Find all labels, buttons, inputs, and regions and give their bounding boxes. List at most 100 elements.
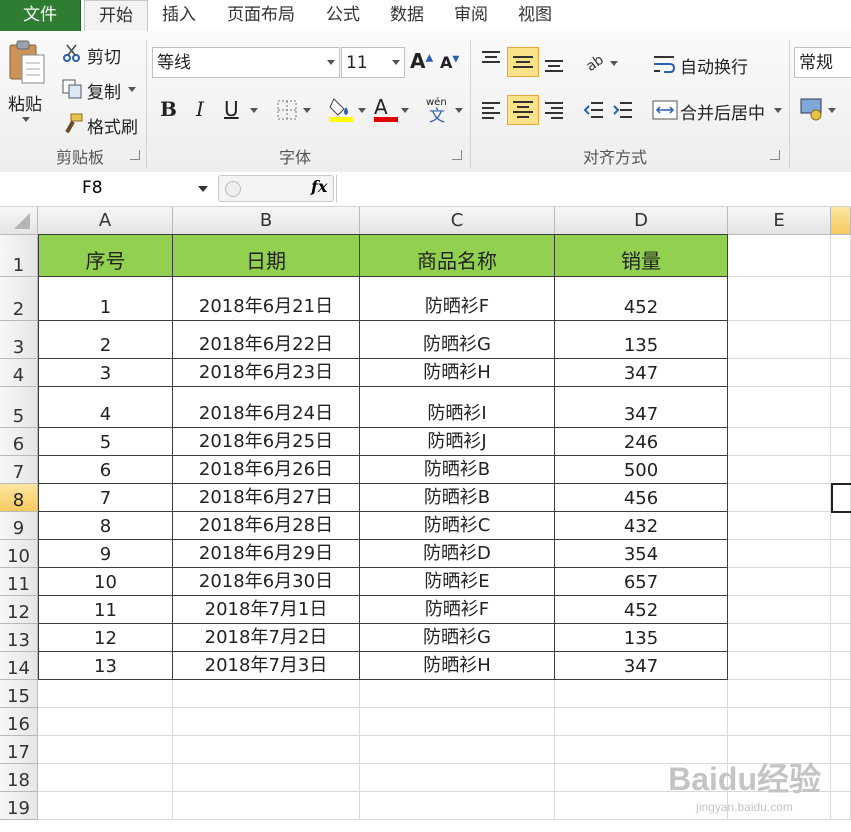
- table-cell[interactable]: 2018年6月30日: [173, 568, 360, 596]
- font-launcher-icon[interactable]: [452, 150, 462, 160]
- borders-dropdown-icon[interactable]: [303, 108, 311, 113]
- row-header-4[interactable]: 4: [0, 359, 38, 387]
- alignment-launcher-icon[interactable]: [770, 150, 780, 160]
- empty-cell[interactable]: [728, 428, 831, 456]
- empty-cell[interactable]: [831, 321, 851, 359]
- table-cell[interactable]: 防晒衫I: [360, 387, 555, 428]
- table-cell[interactable]: 657: [555, 568, 728, 596]
- column-header-b[interactable]: B: [173, 207, 360, 235]
- row-header-10[interactable]: 10: [0, 540, 38, 568]
- decrease-indent-icon[interactable]: [583, 99, 605, 125]
- row-header-12[interactable]: 12: [0, 596, 38, 624]
- empty-cell[interactable]: [728, 708, 831, 736]
- empty-cell[interactable]: [728, 277, 831, 321]
- table-header-cell[interactable]: 序号: [38, 235, 173, 277]
- empty-cell[interactable]: [555, 708, 728, 736]
- empty-cell[interactable]: [728, 652, 831, 680]
- row-header-8[interactable]: 8: [0, 484, 38, 512]
- align-top-icon[interactable]: [480, 49, 502, 75]
- table-cell[interactable]: 2018年6月22日: [173, 321, 360, 359]
- table-cell[interactable]: 452: [555, 277, 728, 321]
- format-painter-button[interactable]: 格式刷: [87, 113, 138, 138]
- table-cell[interactable]: 2018年7月1日: [173, 596, 360, 624]
- empty-cell[interactable]: [728, 235, 831, 277]
- row-header-15[interactable]: 15: [0, 680, 38, 708]
- table-cell[interactable]: 12: [38, 624, 173, 652]
- empty-cell[interactable]: [173, 680, 360, 708]
- table-cell[interactable]: 11: [38, 596, 173, 624]
- empty-cell[interactable]: [728, 596, 831, 624]
- table-header-cell[interactable]: 销量: [555, 235, 728, 277]
- empty-cell[interactable]: [831, 792, 851, 820]
- shrink-font-icon[interactable]: A▼: [440, 53, 459, 72]
- table-cell[interactable]: 7: [38, 484, 173, 512]
- table-cell[interactable]: 2018年6月23日: [173, 359, 360, 387]
- tab-home[interactable]: 开始: [84, 0, 148, 32]
- empty-cell[interactable]: [831, 568, 851, 596]
- empty-cell[interactable]: [831, 540, 851, 568]
- empty-cell[interactable]: [831, 596, 851, 624]
- empty-cell[interactable]: [728, 387, 831, 428]
- table-cell[interactable]: 10: [38, 568, 173, 596]
- align-left-icon[interactable]: [480, 99, 502, 125]
- table-cell[interactable]: 452: [555, 596, 728, 624]
- row-header-13[interactable]: 13: [0, 624, 38, 652]
- row-header-1[interactable]: 1: [0, 235, 38, 277]
- column-header-e[interactable]: E: [728, 207, 831, 235]
- borders-icon[interactable]: [276, 99, 298, 125]
- empty-cell[interactable]: [831, 652, 851, 680]
- paste-icon[interactable]: [8, 39, 48, 85]
- table-cell[interactable]: 246: [555, 428, 728, 456]
- table-cell[interactable]: 2018年6月27日: [173, 484, 360, 512]
- column-header-d[interactable]: D: [555, 207, 728, 235]
- table-cell[interactable]: 2018年6月21日: [173, 277, 360, 321]
- tab-data[interactable]: 数据: [378, 0, 436, 31]
- formula-input[interactable]: [336, 175, 851, 202]
- empty-cell[interactable]: [728, 321, 831, 359]
- empty-cell[interactable]: [173, 792, 360, 820]
- name-box-dropdown-icon[interactable]: [198, 186, 208, 192]
- align-middle-icon[interactable]: [507, 47, 539, 77]
- table-cell[interactable]: 354: [555, 540, 728, 568]
- table-cell[interactable]: 2018年6月26日: [173, 456, 360, 484]
- insert-function-button[interactable]: fx: [311, 177, 327, 196]
- empty-cell[interactable]: [728, 680, 831, 708]
- empty-cell[interactable]: [173, 736, 360, 764]
- clipboard-launcher-icon[interactable]: [130, 150, 140, 160]
- underline-button[interactable]: U: [224, 97, 239, 121]
- font-color-dropdown-icon[interactable]: [401, 108, 409, 113]
- table-cell[interactable]: 防晒衫C: [360, 512, 555, 540]
- empty-cell[interactable]: [831, 387, 851, 428]
- italic-button[interactable]: I: [196, 97, 204, 121]
- empty-cell[interactable]: [360, 680, 555, 708]
- row-header-17[interactable]: 17: [0, 736, 38, 764]
- empty-cell[interactable]: [360, 736, 555, 764]
- empty-cell[interactable]: [360, 708, 555, 736]
- copy-dropdown-icon[interactable]: [128, 87, 136, 92]
- row-header-18[interactable]: 18: [0, 764, 38, 792]
- row-header-11[interactable]: 11: [0, 568, 38, 596]
- paste-button[interactable]: 粘贴: [8, 90, 42, 115]
- table-cell[interactable]: 防晒衫B: [360, 456, 555, 484]
- font-size-select[interactable]: 11: [341, 47, 405, 78]
- wrap-text-icon[interactable]: [652, 53, 676, 79]
- orientation-icon[interactable]: ab: [583, 49, 609, 75]
- table-cell[interactable]: 456: [555, 484, 728, 512]
- table-cell[interactable]: 13: [38, 652, 173, 680]
- empty-cell[interactable]: [831, 456, 851, 484]
- grow-font-icon[interactable]: A▲: [410, 49, 433, 73]
- table-cell[interactable]: 5: [38, 428, 173, 456]
- empty-cell[interactable]: [728, 484, 831, 512]
- table-cell[interactable]: 9: [38, 540, 173, 568]
- empty-cell[interactable]: [555, 680, 728, 708]
- row-header-7[interactable]: 7: [0, 456, 38, 484]
- tab-file[interactable]: 文件: [0, 0, 81, 31]
- table-cell[interactable]: 2018年6月24日: [173, 387, 360, 428]
- tab-insert[interactable]: 插入: [150, 0, 208, 31]
- wrap-text-button[interactable]: 自动换行: [680, 53, 748, 78]
- tab-view[interactable]: 视图: [506, 0, 564, 31]
- accounting-dropdown-icon[interactable]: [828, 108, 836, 113]
- phonetic-guide-icon[interactable]: wén 文: [424, 95, 452, 127]
- fill-color-icon[interactable]: [328, 95, 354, 127]
- paste-dropdown-icon[interactable]: [22, 117, 30, 122]
